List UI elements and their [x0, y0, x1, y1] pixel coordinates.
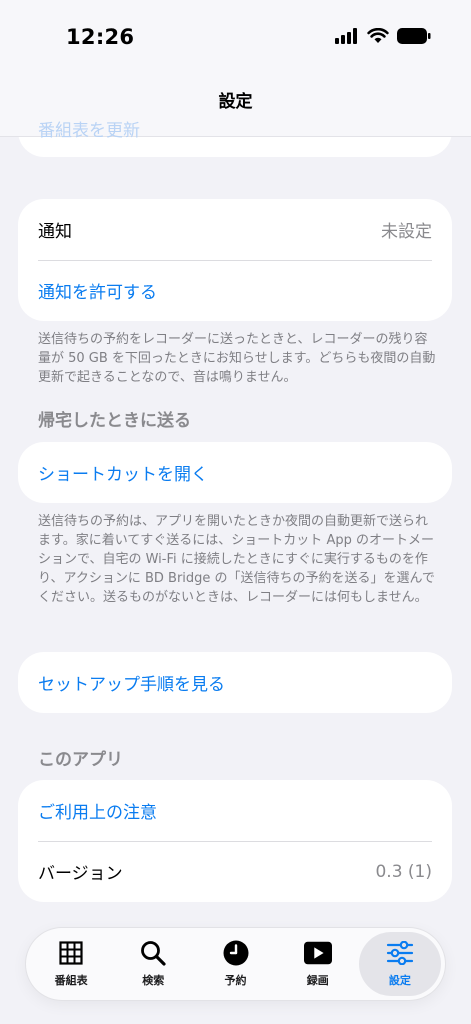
play-icon	[303, 941, 332, 965]
status-icons	[335, 28, 431, 44]
tab-settings[interactable]: 設定	[358, 932, 442, 996]
refresh-guide-link[interactable]: 番組表を更新	[38, 116, 140, 141]
tab-search[interactable]: 検索	[112, 932, 194, 996]
version-row: バージョン 0.3 (1)	[18, 841, 452, 902]
version-value: 0.3 (1)	[375, 861, 432, 882]
open-shortcut-link[interactable]: ショートカットを開く	[38, 460, 208, 485]
allow-notifications-row[interactable]: 通知を許可する	[18, 260, 452, 321]
sliders-icon	[386, 941, 414, 965]
setup-guide-link[interactable]: セットアップ手順を見る	[38, 670, 225, 695]
about-card: ご利用上の注意 バージョン 0.3 (1)	[18, 780, 452, 902]
version-label: バージョン	[38, 864, 123, 884]
tab-guide[interactable]: 番組表	[30, 932, 112, 996]
allow-notifications-link[interactable]: 通知を許可する	[38, 278, 157, 303]
magnifier-icon	[141, 941, 166, 966]
tab-settings-label: 設定	[388, 974, 411, 987]
clock-icon	[223, 940, 248, 966]
send-at-home-header: 帰宅したときに送る	[38, 411, 191, 431]
open-shortcut-row[interactable]: ショートカットを開く	[18, 442, 452, 503]
shortcut-footnote: 送信待ちの予約は、アプリを開いたときか夜間の自動更新で送られます。家に着いてすぐ…	[38, 514, 435, 605]
shortcut-card: ショートカットを開く	[18, 442, 452, 503]
terms-row[interactable]: ご利用上の注意	[18, 780, 452, 841]
notification-status-row: 通知 未設定	[18, 199, 452, 260]
setup-guide-row[interactable]: セットアップ手順を見る	[18, 652, 452, 713]
notifications-card: 通知 未設定 通知を許可する	[18, 199, 452, 321]
grid-icon	[59, 941, 83, 965]
status-time: 12:26	[66, 25, 135, 49]
tab-reservations[interactable]: 予約	[194, 932, 276, 996]
tab-bar: 番組表 検索 予約 録画 設定	[26, 928, 445, 1000]
setup-card: セットアップ手順を見る	[18, 652, 452, 713]
page-title: 設定	[218, 92, 253, 112]
battery-icon	[397, 28, 431, 44]
wifi-icon	[367, 28, 389, 43]
notification-label: 通知	[38, 222, 72, 242]
tab-guide-label: 番組表	[54, 974, 88, 987]
tab-reservations-label: 予約	[224, 974, 247, 987]
terms-link[interactable]: ご利用上の注意	[38, 798, 157, 823]
settings-screen: 番組表を更新 12:26 設定 通知 未設定 通知を許可する 送信待ちの予約をレ…	[0, 0, 471, 1024]
tab-recordings[interactable]: 録画	[277, 932, 359, 996]
notification-status-value: 未設定	[381, 222, 432, 242]
notifications-footnote: 送信待ちの予約をレコーダーに送ったときと、レコーダーの残り容量が 50 GB を…	[38, 332, 436, 385]
navigation-header: 番組表を更新 12:26 設定	[0, 0, 471, 141]
tab-search-label: 検索	[142, 974, 165, 987]
tab-recordings-label: 録画	[306, 974, 329, 987]
about-header: このアプリ	[38, 750, 123, 770]
cellular-signal-icon	[335, 28, 357, 44]
